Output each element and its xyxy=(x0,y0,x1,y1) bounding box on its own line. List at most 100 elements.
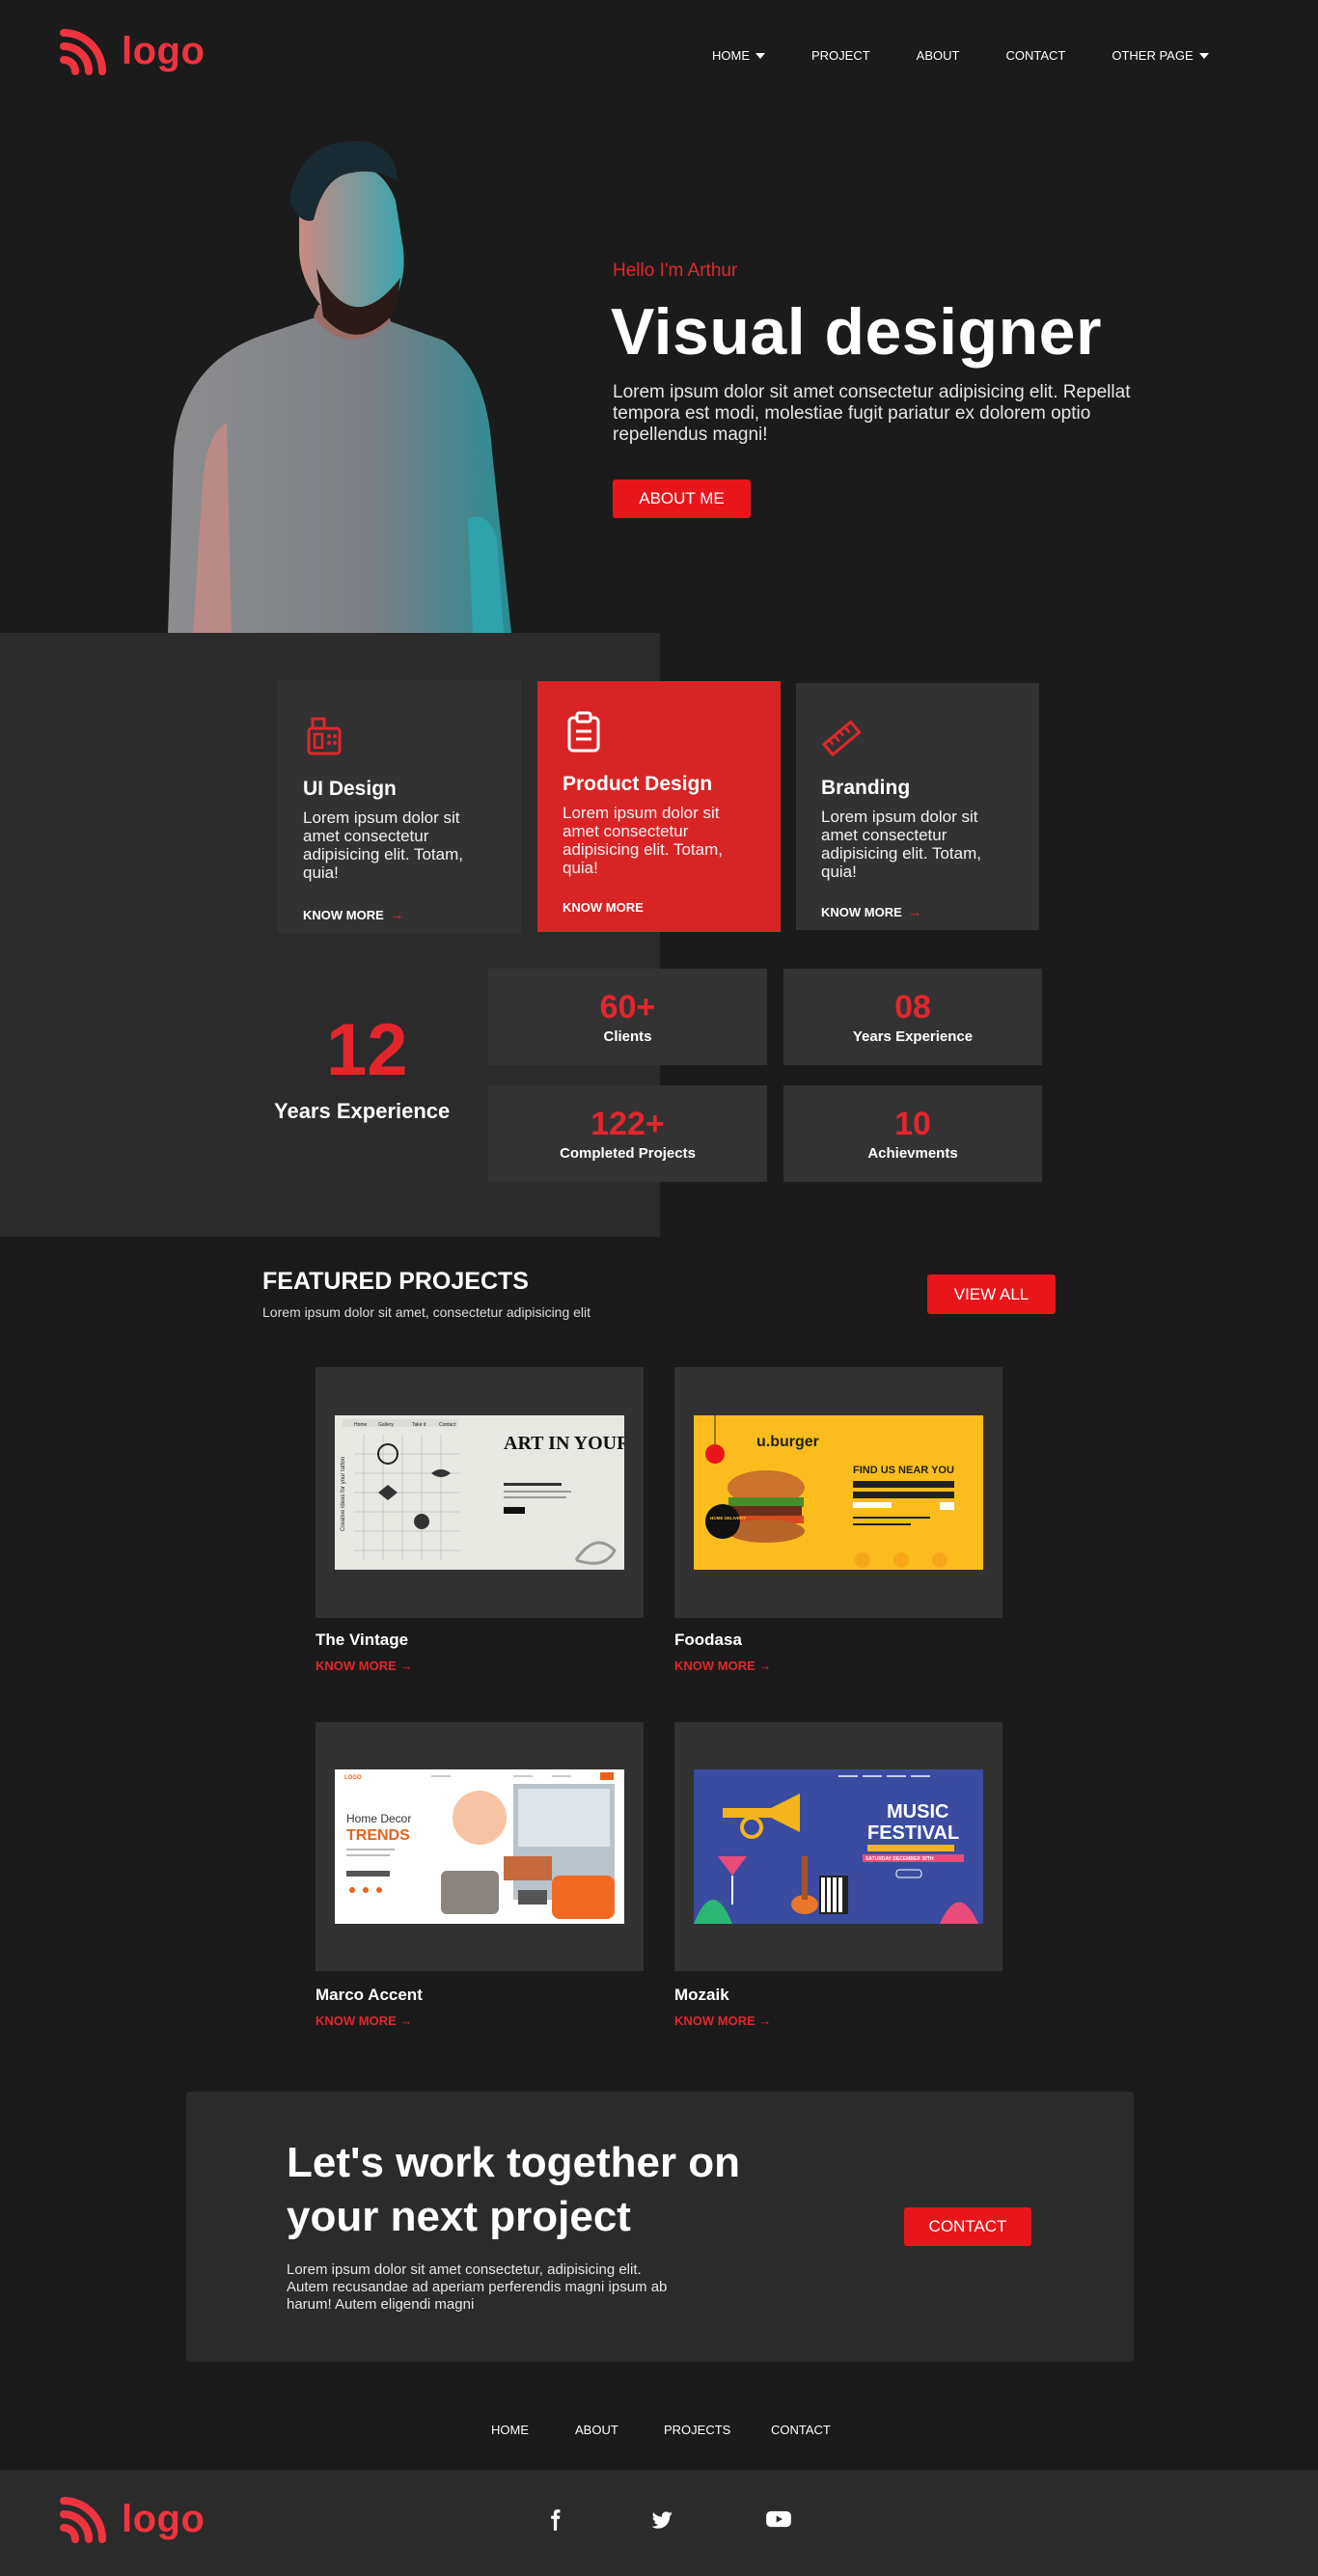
arrow-right-icon: → xyxy=(907,904,922,920)
featured-subtitle: Lorem ipsum dolor sit amet, consectetur … xyxy=(262,1304,591,1320)
thumb-headline: ART IN YOUR SKIN xyxy=(504,1433,624,1454)
know-more-link[interactable]: KNOW MORE → xyxy=(674,2014,771,2028)
thumb-nav-item: Contact xyxy=(439,1422,456,1428)
hero-title: Visual designer xyxy=(611,295,1102,369)
main-nav: HOME PROJECT ABOUT CONTACT OTHER PAGE xyxy=(712,48,1255,63)
know-more-link[interactable]: KNOW MORE → xyxy=(316,2014,412,2028)
project-thumbnail: u.burger HOME DELIVERY FIND US NEAR YOU xyxy=(694,1415,983,1570)
clipboard-icon xyxy=(567,711,600,753)
stat-value: 122+ xyxy=(590,1106,665,1142)
stat-clients: 60+ Clients xyxy=(488,969,767,1065)
service-card-ui-design[interactable]: UI Design Lorem ipsum dolor sit amet con… xyxy=(278,680,521,933)
nav-other-page-label: OTHER PAGE xyxy=(1112,48,1194,63)
thumb-brand: LOGO xyxy=(344,1775,362,1781)
footer-nav-home[interactable]: HOME xyxy=(491,2423,529,2437)
service-card-branding[interactable]: Branding Lorem ipsum dolor sit amet cons… xyxy=(796,683,1039,930)
stat-value: 08 xyxy=(894,989,931,1026)
youtube-icon[interactable] xyxy=(765,2506,792,2533)
experience-number: 12 xyxy=(326,1009,408,1091)
know-more-label: KNOW MORE xyxy=(821,905,902,919)
nav-contact[interactable]: CONTACT xyxy=(1005,48,1065,63)
facebook-icon[interactable] xyxy=(542,2507,567,2533)
project-card-marco-accent[interactable]: LOGO Home Decor TRENDS xyxy=(316,1722,644,1971)
logo-text: logo xyxy=(122,2497,206,2540)
project-card-the-vintage[interactable]: Home Gallery Take it Contact Creative id… xyxy=(316,1367,644,1618)
caret-down-icon xyxy=(1198,52,1209,59)
fax-icon xyxy=(307,717,342,755)
service-card-product-design[interactable]: Product Design Lorem ipsum dolor sit ame… xyxy=(537,681,781,932)
stat-completed-projects: 122+ Completed Projects xyxy=(488,1085,767,1182)
nav-home-label: HOME xyxy=(712,48,750,63)
stat-label: Completed Projects xyxy=(560,1145,696,1162)
contact-button[interactable]: CONTACT xyxy=(904,2207,1031,2246)
hero-description: Lorem ipsum dolor sit amet consectetur a… xyxy=(613,382,1131,445)
nav-project-label: PROJECT xyxy=(811,48,870,63)
ruler-pencil-icon xyxy=(821,720,862,757)
thumb-line1: Home Decor xyxy=(346,1812,411,1825)
thumb-nav-item: Gallery xyxy=(378,1422,394,1428)
footer-nav-projects[interactable]: PROJECTS xyxy=(664,2423,730,2437)
service-text: Lorem ipsum dolor sit amet consectetur a… xyxy=(303,808,463,882)
project-name: The Vintage xyxy=(316,1631,409,1649)
stat-years-experience: 08 Years Experience xyxy=(783,969,1042,1065)
stat-label: Clients xyxy=(603,1028,652,1045)
cta-title-line: your next project xyxy=(287,2193,631,2240)
nav-other-page[interactable]: OTHER PAGE xyxy=(1112,48,1209,63)
cta-title: Let's work together on your next project xyxy=(287,2136,865,2244)
about-me-button[interactable]: ABOUT ME xyxy=(613,480,751,518)
nav-about[interactable]: ABOUT xyxy=(917,48,960,63)
cta-text: Lorem ipsum dolor sit amet consectetur, … xyxy=(287,2261,668,2313)
know-more-link[interactable]: KNOW MORE → xyxy=(316,1658,412,1673)
nav-about-label: ABOUT xyxy=(916,48,960,63)
know-more-label: KNOW MORE xyxy=(674,1658,755,1673)
project-thumbnail: LOGO Home Decor TRENDS xyxy=(335,1769,624,1924)
nav-home[interactable]: HOME xyxy=(712,48,765,63)
thumb-nav-item: Home xyxy=(354,1422,368,1428)
project-thumbnail: MUSIC FESTIVAL SATURDAY DECEMBER 30TH xyxy=(694,1769,983,1924)
view-all-button[interactable]: VIEW ALL xyxy=(927,1274,1056,1314)
nav-project[interactable]: PROJECT xyxy=(811,48,870,63)
thumb-nav-item: Take it xyxy=(412,1422,426,1428)
footer-logo[interactable]: logo xyxy=(60,2495,205,2543)
stat-value: 60+ xyxy=(599,989,656,1026)
thumb-date: SATURDAY DECEMBER 30TH xyxy=(865,1856,934,1862)
thumb-line2: FESTIVAL xyxy=(867,1822,959,1844)
know-more-link[interactable]: KNOW MORE → xyxy=(674,1658,771,1673)
arrow-right-icon: → xyxy=(389,907,404,923)
service-title: Product Design xyxy=(563,773,713,795)
stat-value: 10 xyxy=(894,1106,931,1142)
stat-achievements: 10 Achievments xyxy=(783,1085,1042,1182)
service-title: Branding xyxy=(821,777,911,799)
twitter-icon[interactable] xyxy=(649,2507,674,2533)
thumb-line2: TRENDS xyxy=(346,1827,410,1844)
know-more-link[interactable]: KNOW MORE → xyxy=(821,904,1014,920)
project-name: Marco Accent xyxy=(316,1986,423,2004)
know-more-label: KNOW MORE xyxy=(303,908,384,922)
thumb-line1: MUSIC xyxy=(887,1801,948,1822)
project-name: Foodasa xyxy=(674,1631,742,1649)
stat-label: Achievments xyxy=(867,1145,958,1162)
arrow-right-icon: → xyxy=(399,1658,413,1673)
hero-portrait-image xyxy=(168,141,511,633)
know-more-link[interactable]: KNOW MORE → xyxy=(303,907,496,923)
know-more-link[interactable]: KNOW MORE xyxy=(563,900,755,915)
service-title: UI Design xyxy=(303,778,397,800)
know-more-label: KNOW MORE xyxy=(563,900,644,915)
arrow-right-icon: → xyxy=(399,2014,413,2028)
know-more-label: KNOW MORE xyxy=(316,2014,397,2028)
footer-nav-about[interactable]: ABOUT xyxy=(575,2423,618,2437)
service-text: Lorem ipsum dolor sit amet consectetur a… xyxy=(821,808,981,881)
experience-label: Years Experience xyxy=(274,1099,451,1123)
cta-title-line: Let's work together on xyxy=(287,2139,741,2186)
thumb-headline: FIND US NEAR YOU xyxy=(853,1465,954,1476)
know-more-label: KNOW MORE xyxy=(674,2014,755,2028)
thumb-brand: u.burger xyxy=(756,1434,819,1450)
footer-nav-contact[interactable]: CONTACT xyxy=(771,2423,831,2437)
header-logo[interactable]: logo xyxy=(60,27,205,75)
project-card-mozaik[interactable]: MUSIC FESTIVAL SATURDAY DECEMBER 30TH xyxy=(674,1722,1002,1971)
logo-icon xyxy=(60,29,106,75)
logo-icon xyxy=(60,2497,106,2543)
arrow-right-icon: → xyxy=(758,2014,772,2028)
hero-greeting: Hello I'm Arthur xyxy=(613,260,738,281)
project-card-foodasa[interactable]: u.burger HOME DELIVERY FIND US NEAR YOU xyxy=(674,1367,1002,1618)
